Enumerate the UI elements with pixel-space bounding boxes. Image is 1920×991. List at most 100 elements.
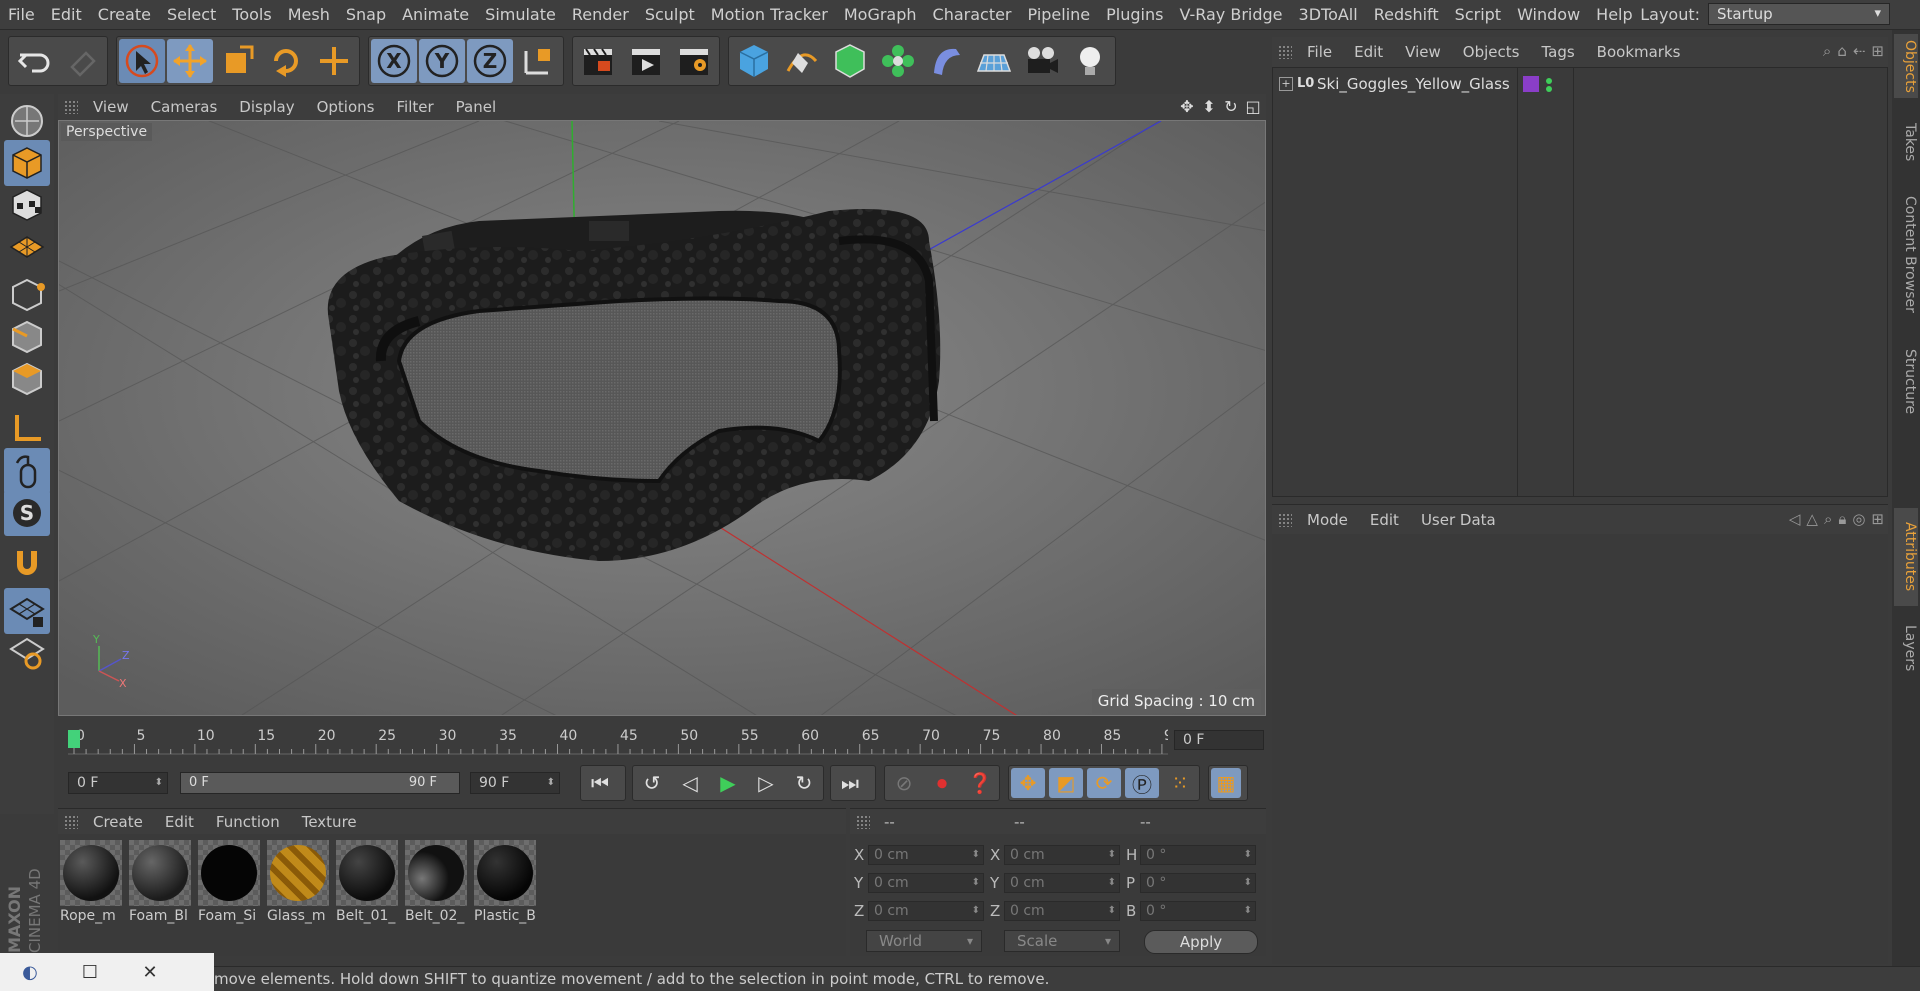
- menu-snap[interactable]: Snap: [338, 0, 394, 30]
- tab-objects[interactable]: Objects: [1894, 34, 1918, 98]
- size-y-field[interactable]: 0 cm: [1004, 873, 1120, 893]
- edges-mode-button[interactable]: [4, 314, 50, 360]
- model-mode-button[interactable]: [4, 140, 50, 186]
- prev-key-button[interactable]: ↺: [635, 768, 669, 798]
- points-mode-button[interactable]: [4, 272, 50, 318]
- perspective-viewport[interactable]: Y Z X Perspective Grid Spacing : 10 cm: [58, 120, 1266, 716]
- home-icon[interactable]: ⌂: [1837, 42, 1847, 60]
- menu-redshift[interactable]: Redshift: [1366, 0, 1447, 30]
- timeline[interactable]: 051015202530354045505560657075808590 0 F: [58, 720, 1266, 760]
- next-key-button[interactable]: ↻: [787, 768, 821, 798]
- material-item[interactable]: Glass_m: [267, 840, 329, 926]
- apply-button[interactable]: Apply: [1144, 930, 1258, 954]
- menu-window[interactable]: Window: [1509, 0, 1588, 30]
- coordinate-grip[interactable]: [856, 814, 870, 829]
- material-item[interactable]: Foam_Si: [198, 840, 260, 926]
- arrow-back-icon[interactable]: ◁: [1789, 510, 1801, 528]
- material-menu-function[interactable]: Function: [205, 813, 291, 831]
- menu-help[interactable]: Help: [1588, 0, 1640, 30]
- tab-layers[interactable]: Layers: [1894, 616, 1918, 680]
- attribute-grip[interactable]: [1278, 512, 1292, 527]
- layout-dropdown[interactable]: Startup: [1708, 3, 1890, 25]
- object-menu-file[interactable]: File: [1296, 43, 1343, 61]
- viewport-menu-display[interactable]: Display: [228, 98, 305, 116]
- menu-script[interactable]: Script: [1447, 0, 1509, 30]
- new-window-icon[interactable]: ⊞: [1871, 42, 1884, 60]
- make-editable-button[interactable]: [4, 98, 50, 144]
- material-tag-icon[interactable]: [1523, 76, 1539, 92]
- undo-button[interactable]: [11, 39, 57, 83]
- object-name[interactable]: Ski_Goggles_Yellow_Glass: [1317, 75, 1510, 93]
- menu-mesh[interactable]: Mesh: [280, 0, 338, 30]
- material-menu-texture[interactable]: Texture: [291, 813, 368, 831]
- coordinate-mode-dropdown[interactable]: World: [866, 930, 982, 952]
- scale-tool-button[interactable]: [215, 39, 261, 83]
- y-axis-button[interactable]: Y: [419, 39, 465, 83]
- size-mode-dropdown[interactable]: Scale: [1004, 930, 1120, 952]
- cube-button[interactable]: [731, 39, 777, 83]
- snap-button[interactable]: [4, 540, 50, 586]
- attribute-menu-mode[interactable]: Mode: [1296, 511, 1359, 529]
- auto-key-button[interactable]: ⏺: [925, 768, 959, 798]
- maximize-icon[interactable]: ☐: [60, 962, 120, 983]
- camera-button[interactable]: [1019, 39, 1065, 83]
- object-row[interactable]: + L0 Ski_Goggles_Yellow_Glass: [1273, 72, 1887, 96]
- record-keys-button[interactable]: ⊘: [887, 768, 921, 798]
- floor-button[interactable]: [971, 39, 1017, 83]
- position-y-field[interactable]: 0 cm: [868, 873, 984, 893]
- current-frame-field[interactable]: 0 F: [1174, 730, 1264, 750]
- polygons-mode-button[interactable]: [4, 356, 50, 402]
- search-icon[interactable]: ⌕: [1823, 42, 1831, 60]
- menu-select[interactable]: Select: [159, 0, 224, 30]
- render-picture-viewer-button[interactable]: [623, 39, 669, 83]
- workplane-button[interactable]: [4, 224, 50, 270]
- object-menu-objects[interactable]: Objects: [1452, 43, 1531, 61]
- material-item[interactable]: Foam_Bl: [129, 840, 191, 926]
- tab-takes[interactable]: Takes: [1894, 112, 1918, 172]
- viewport-menu-options[interactable]: Options: [306, 98, 386, 116]
- menu-mograph[interactable]: MoGraph: [836, 0, 925, 30]
- visibility-dots-icon[interactable]: [1545, 75, 1553, 95]
- timeline-window-button[interactable]: ▦: [1211, 768, 1241, 798]
- menu-edit[interactable]: Edit: [43, 0, 90, 30]
- material-menu-edit[interactable]: Edit: [154, 813, 205, 831]
- rotate-tool-button[interactable]: [263, 39, 309, 83]
- object-menu-edit[interactable]: Edit: [1343, 43, 1394, 61]
- menu-vray-bridge[interactable]: V-Ray Bridge: [1171, 0, 1290, 30]
- goto-start-button[interactable]: ⏮: [583, 768, 617, 798]
- new-window-icon[interactable]: ⊞: [1871, 510, 1884, 528]
- key-parameter-button[interactable]: Ⓟ: [1125, 768, 1159, 798]
- menu-animate[interactable]: Animate: [394, 0, 477, 30]
- attribute-menu-user-data[interactable]: User Data: [1410, 511, 1507, 529]
- axis-mode-button[interactable]: [4, 406, 50, 452]
- subdivision-button[interactable]: [827, 39, 873, 83]
- size-x-field[interactable]: 0 cm: [1004, 845, 1120, 865]
- menu-pipeline[interactable]: Pipeline: [1020, 0, 1099, 30]
- target-icon[interactable]: ◎: [1852, 510, 1865, 528]
- material-item[interactable]: Rope_m: [60, 840, 122, 926]
- tab-structure[interactable]: Structure: [1894, 336, 1918, 428]
- key-pla-button[interactable]: ⁙: [1163, 768, 1197, 798]
- menu-file[interactable]: File: [0, 0, 43, 30]
- keyframe-selection-button[interactable]: ❓: [963, 768, 997, 798]
- cloner-button[interactable]: [875, 39, 921, 83]
- solo-mode-button[interactable]: S: [4, 490, 50, 536]
- object-menu-bookmarks[interactable]: Bookmarks: [1586, 43, 1692, 61]
- playhead[interactable]: [68, 730, 80, 748]
- object-menu-tags[interactable]: Tags: [1530, 43, 1585, 61]
- viewport-menu-panel[interactable]: Panel: [445, 98, 507, 116]
- material-grip[interactable]: [64, 814, 78, 829]
- material-item[interactable]: Belt_01_: [336, 840, 398, 926]
- position-x-field[interactable]: 0 cm: [868, 845, 984, 865]
- key-rotation-button[interactable]: ⟳: [1087, 768, 1121, 798]
- lock-icon[interactable]: 🔒︎: [1838, 510, 1846, 528]
- menu-render[interactable]: Render: [564, 0, 637, 30]
- light-button[interactable]: [1067, 39, 1113, 83]
- app-window-icon[interactable]: ◐: [0, 962, 60, 983]
- arrow-up-icon[interactable]: △: [1806, 510, 1818, 528]
- move-tool-button[interactable]: [167, 39, 213, 83]
- menu-3dtoall[interactable]: 3DToAll: [1291, 0, 1366, 30]
- z-axis-button[interactable]: Z: [467, 39, 513, 83]
- end-frame-field[interactable]: 90 F ⬍: [470, 772, 560, 794]
- material-menu-create[interactable]: Create: [82, 813, 154, 831]
